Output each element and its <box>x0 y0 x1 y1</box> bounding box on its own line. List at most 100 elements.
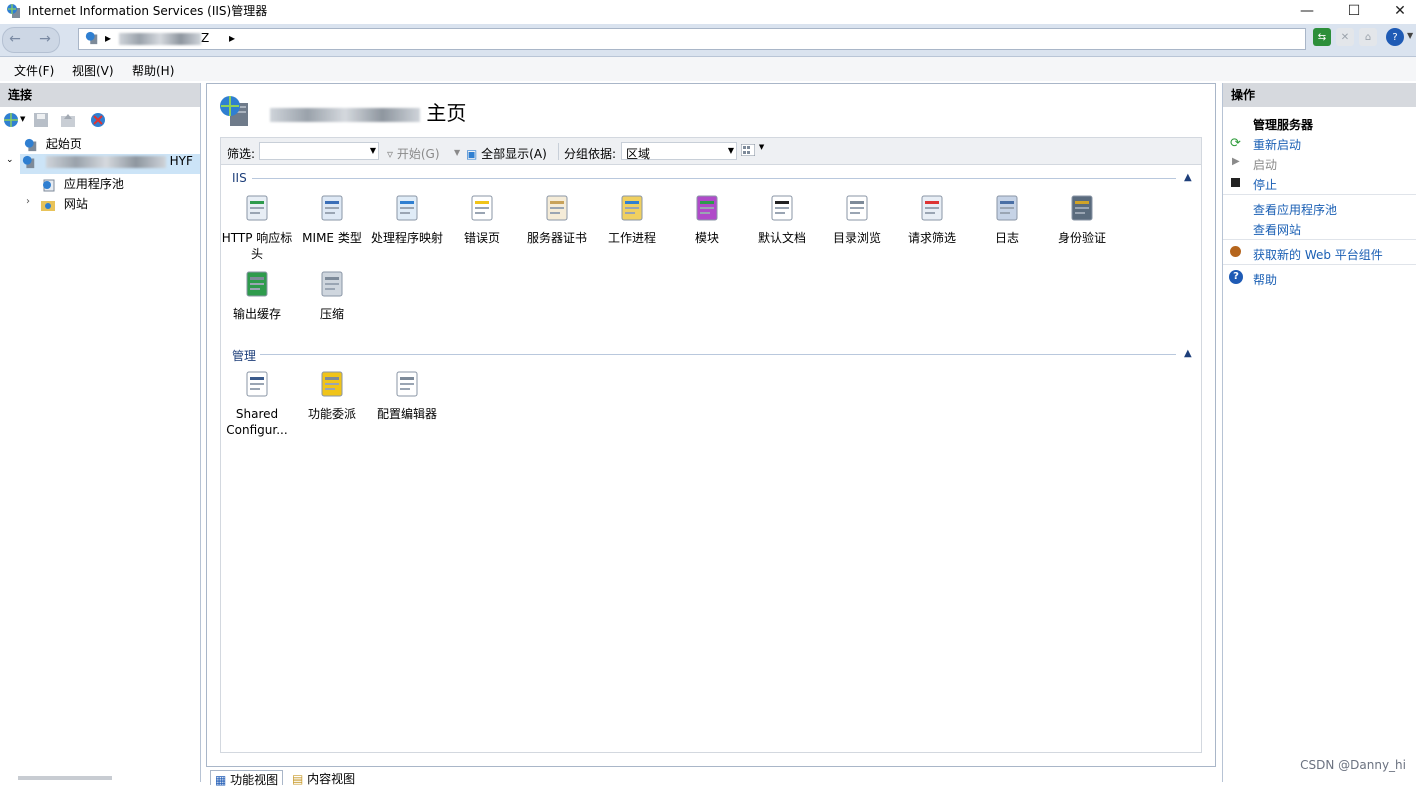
group-by-select[interactable]: 区域 ▼ <box>621 142 737 161</box>
output-caching-icon <box>241 268 273 300</box>
horizontal-scrollbar[interactable] <box>18 776 112 780</box>
start-link[interactable]: 启动 <box>1253 156 1277 173</box>
sites-folder-icon <box>41 200 55 211</box>
home-icon[interactable]: ⌂ <box>1359 28 1377 46</box>
tree-app-pools[interactable]: 应用程序池 <box>40 175 124 195</box>
default-document-icon <box>766 192 798 224</box>
section-management-collapse-icon[interactable]: ▲ <box>1184 348 1192 359</box>
tree-sites[interactable]: 网站 <box>40 195 88 215</box>
server-icon <box>22 155 35 168</box>
start-icon: ▶ <box>1232 156 1240 167</box>
feature-tile[interactable]: 目录浏览 <box>820 192 894 246</box>
section-divider <box>252 178 1176 179</box>
feature-tile[interactable]: 服务器证书 <box>520 192 594 246</box>
breadcrumb-chevron-icon[interactable]: ▸ <box>229 31 235 45</box>
feature-label: 日志 <box>994 231 1019 245</box>
directory-browsing-icon <box>841 192 873 224</box>
get-web-platform-components-link[interactable]: 获取新的 Web 平台组件 <box>1253 246 1383 263</box>
feature-tile[interactable]: 错误页 <box>445 192 519 246</box>
back-arrow-icon: ← <box>9 31 21 47</box>
save-icon[interactable] <box>33 112 49 128</box>
request-filtering-icon <box>916 192 948 224</box>
features-area <box>220 165 1202 753</box>
minimize-button[interactable]: — <box>1284 0 1330 22</box>
title-bar: Internet Information Services (IIS)管理器 —… <box>0 0 1416 24</box>
connect-dropdown-icon[interactable]: ▼ <box>20 115 25 123</box>
menu-file[interactable]: 文件(F) <box>14 62 54 79</box>
feature-tile[interactable]: 模块 <box>670 192 744 246</box>
filter-bar: 筛选: ▼ ▿ 开始(G) ▼ ▣ 全部显示(A) 分组依据: 区域 ▼ ▼ <box>220 137 1202 165</box>
feature-tile[interactable]: 处理程序映射 <box>370 192 444 246</box>
feature-tile[interactable]: 配置编辑器 <box>370 368 444 422</box>
feature-tile[interactable]: HTTP 响应标头 <box>220 192 294 262</box>
error-pages-icon <box>466 192 498 224</box>
section-divider <box>260 354 1176 355</box>
page-title: 主页 <box>270 97 466 126</box>
server-home-icon <box>220 96 248 126</box>
disconnect-icon[interactable] <box>90 112 106 128</box>
group-by-dropdown-icon[interactable]: ▼ <box>728 146 734 155</box>
modules-icon <box>691 192 723 224</box>
feature-tile[interactable]: 日志 <box>970 192 1044 246</box>
help-link[interactable]: 帮助 <box>1253 271 1277 288</box>
logging-icon <box>991 192 1023 224</box>
refresh-icon[interactable]: ⇆ <box>1313 28 1331 46</box>
feature-label: Shared Configur... <box>226 407 288 437</box>
go-dropdown-icon[interactable]: ▼ <box>454 148 460 157</box>
filter-input[interactable]: ▼ <box>259 142 379 160</box>
tree-expand-chevron-icon[interactable]: ⌄ <box>6 155 14 165</box>
view-dropdown-icon: ▼ <box>758 143 765 151</box>
tree-start-page[interactable]: 起始页 <box>24 135 194 155</box>
feature-tile[interactable]: 功能委派 <box>295 368 369 422</box>
feature-tile[interactable]: 身份验证 <box>1045 192 1119 246</box>
view-mode-button[interactable]: ▼ <box>740 143 765 160</box>
forward-button[interactable]: → <box>34 28 56 50</box>
feature-tile[interactable]: MIME 类型 <box>295 192 369 246</box>
stop-link[interactable]: 停止 <box>1253 176 1277 193</box>
restart-link[interactable]: 重新启动 <box>1253 136 1301 153</box>
feature-tile[interactable]: 工作进程 <box>595 192 669 246</box>
feature-label: HTTP 响应标头 <box>221 231 293 261</box>
feature-tile[interactable]: 输出缓存 <box>220 268 294 322</box>
section-iis-collapse-icon[interactable]: ▲ <box>1184 172 1192 183</box>
feature-tile[interactable]: Shared Configur... <box>220 368 294 438</box>
breadcrumb-chevron-icon[interactable]: ▸ <box>105 31 111 45</box>
connect-globe-icon[interactable] <box>3 112 19 128</box>
http-response-headers-icon <box>241 192 273 224</box>
connections-pane: 连接 ▼ 起始页 HYF ⌄ 应用程序池 › 网站 <box>0 83 201 782</box>
address-path[interactable]: ▸ Z ▸ <box>78 28 1306 50</box>
view-app-pools-link[interactable]: 查看应用程序池 <box>1253 201 1337 218</box>
up-icon[interactable] <box>60 112 76 128</box>
feature-tile[interactable]: 请求筛选 <box>895 192 969 246</box>
feature-label: 服务器证书 <box>526 231 587 245</box>
view-sites-link[interactable]: 查看网站 <box>1253 221 1301 238</box>
menu-view[interactable]: 视图(V) <box>72 62 114 79</box>
stop-icon <box>1231 178 1240 187</box>
worker-processes-icon <box>616 192 648 224</box>
breadcrumb-server[interactable]: Z <box>119 31 209 45</box>
menu-help[interactable]: 帮助(H) <box>132 62 174 79</box>
tree-collapse-chevron-icon[interactable]: › <box>26 196 30 207</box>
feature-tile[interactable]: 压缩 <box>295 268 369 322</box>
tree-server-node[interactable]: HYF <box>20 154 200 174</box>
mime-types-icon <box>316 192 348 224</box>
filter-dropdown-icon[interactable]: ▼ <box>370 146 376 155</box>
go-button[interactable]: ▿ 开始(G) <box>387 145 440 162</box>
feature-tile[interactable]: 默认文档 <box>745 192 819 246</box>
help-dropdown-icon[interactable]: ▼ <box>1407 31 1413 40</box>
divider <box>1223 194 1416 195</box>
close-button[interactable]: ✕ <box>1377 0 1416 22</box>
feature-label: 配置编辑器 <box>376 407 437 421</box>
tab-features-view[interactable]: ▦ 功能视图 <box>210 770 284 787</box>
show-all-button[interactable]: ▣ 全部显示(A) <box>466 145 547 162</box>
funnel-icon: ▿ <box>387 147 394 161</box>
redacted-server-name <box>270 107 420 122</box>
stop-icon[interactable]: ✕ <box>1336 28 1354 46</box>
feature-label: 处理程序映射 <box>370 231 443 245</box>
back-button[interactable]: ← <box>4 28 26 50</box>
features-view-icon: ▦ <box>215 773 227 787</box>
maximize-button[interactable]: ☐ <box>1331 0 1377 22</box>
connections-toolbar: ▼ <box>0 107 200 133</box>
help-icon[interactable]: ? <box>1386 28 1404 46</box>
web-platform-icon <box>1230 246 1241 257</box>
